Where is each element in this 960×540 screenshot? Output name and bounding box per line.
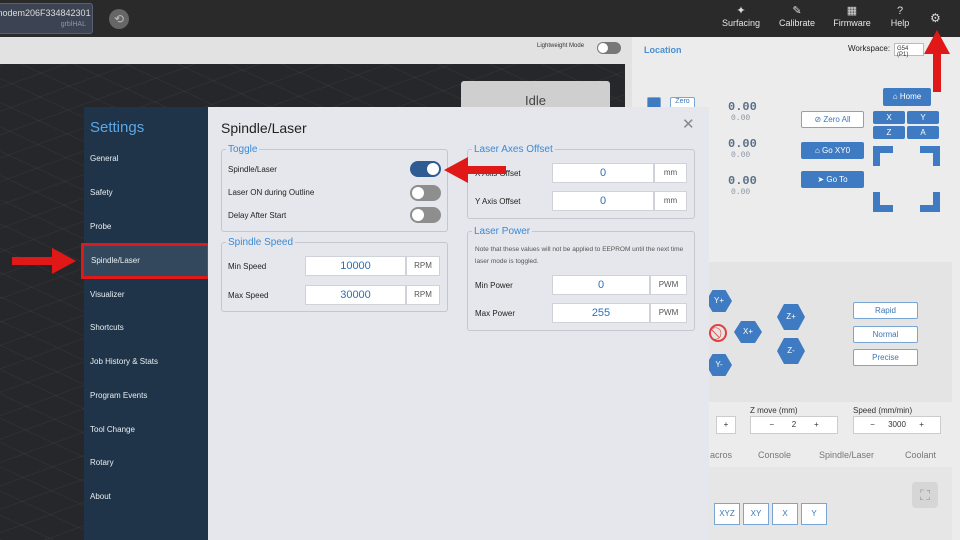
min-power-label: Min Power — [475, 281, 513, 290]
delay-after-start-toggle[interactable] — [410, 207, 441, 223]
help-button[interactable]: ? Help — [886, 5, 914, 29]
y-offset-unit: mm — [654, 191, 687, 211]
precise-button[interactable]: Precise — [853, 349, 918, 366]
spindle-speed-legend: Spindle Speed — [226, 237, 296, 249]
y-offset-input[interactable]: 0 — [552, 191, 654, 211]
speed-label: Speed (mm/min) — [853, 406, 913, 415]
laser-outline-toggle[interactable] — [410, 185, 441, 201]
home-y-button[interactable]: Y — [907, 111, 939, 124]
axis-value-x: 0.00 0.00 — [728, 100, 757, 123]
settings-title: Settings — [90, 119, 145, 136]
max-speed-label: Max Speed — [228, 291, 269, 300]
rapid-button[interactable]: Rapid — [853, 302, 918, 319]
spindle-laser-toggle[interactable] — [410, 161, 441, 177]
zero-all-button[interactable]: ⊘ Zero All — [801, 111, 864, 128]
tab-macros[interactable]: acros — [710, 450, 732, 460]
min-power-unit: PWM — [650, 275, 687, 295]
location-title: Location — [644, 45, 682, 55]
nav-program-events[interactable]: Program Events — [84, 380, 208, 412]
max-power-unit: PWM — [650, 303, 687, 323]
x-offset-unit: mm — [654, 163, 687, 183]
y-offset-label: Y Axis Offset — [475, 197, 521, 206]
max-power-label: Max Power — [475, 309, 516, 318]
nav-spindle-laser[interactable]: Spindle/Laser — [81, 243, 210, 279]
nav-job-history[interactable]: Job History & Stats — [84, 346, 208, 378]
workspace-select[interactable]: G54 (P1) — [894, 43, 924, 58]
normal-button[interactable]: Normal — [853, 326, 918, 343]
lightweight-mode-toggle[interactable] — [597, 42, 621, 54]
go-xy0-button[interactable]: ⌂ Go XY0 — [801, 142, 864, 159]
min-speed-label: Min Speed — [228, 262, 267, 271]
nav-general[interactable]: General — [84, 143, 208, 175]
annotation-arrow-sidebar — [12, 248, 76, 274]
calibrate-button[interactable]: ✎ Calibrate — [776, 5, 818, 29]
min-speed-unit: RPM — [406, 256, 440, 276]
speed-stepper[interactable]: − 3000 + — [853, 416, 941, 434]
fullscreen-icon[interactable]: ⛶ — [912, 482, 938, 508]
min-power-input[interactable]: 0 — [552, 275, 650, 295]
axis-xy-button[interactable]: XY — [743, 503, 769, 525]
tab-console[interactable]: Console — [758, 450, 791, 460]
stop-jog-icon[interactable]: ⃠ — [709, 324, 727, 342]
axis-value-y: 0.00 0.00 — [728, 137, 757, 160]
nav-tool-change[interactable]: Tool Change — [84, 414, 208, 446]
go-to-button[interactable]: ➤ Go To — [801, 171, 864, 188]
surfacing-icon: ✦ — [736, 5, 746, 17]
max-power-input[interactable]: 255 — [552, 303, 650, 323]
disconnect-icon[interactable]: ⟲ — [109, 9, 129, 29]
axis-value-z: 0.00 0.00 — [728, 174, 757, 197]
nav-probe[interactable]: Probe — [84, 211, 208, 243]
chip-icon: ▦ — [846, 5, 858, 17]
nav-rotary[interactable]: Rotary — [84, 447, 208, 479]
z-move-stepper[interactable]: − 2 + — [750, 416, 838, 434]
question-icon: ? — [896, 5, 904, 17]
nav-about[interactable]: About — [84, 481, 208, 513]
firmware-button[interactable]: ▦ Firmware — [831, 5, 873, 29]
laser-power-note: Note that these values will not be appli… — [475, 246, 684, 265]
min-speed-input[interactable]: 10000 — [305, 256, 406, 276]
nav-safety[interactable]: Safety — [84, 177, 208, 209]
home-x-button[interactable]: X — [873, 111, 905, 124]
lightweight-mode-label: Lightweight Mode — [537, 43, 585, 49]
nav-visualizer[interactable]: Visualizer — [84, 279, 208, 311]
z-move-label: Z move (mm) — [750, 406, 798, 415]
connection-widget[interactable]: modem206F334842301 grblHAL — [0, 3, 93, 34]
surfacing-button[interactable]: ✦ Surfacing — [720, 5, 762, 29]
ruler-icon: ✎ — [792, 5, 802, 17]
toggle-legend: Toggle — [226, 144, 260, 156]
axis-x-button[interactable]: X — [772, 503, 798, 525]
connection-port: modem206F334842301 — [0, 8, 91, 18]
laser-outline-label: Laser ON during Outline — [228, 188, 315, 197]
close-icon[interactable]: ✕ — [682, 115, 695, 133]
axis-xyz-button[interactable]: XYZ — [714, 503, 740, 525]
annotation-arrow-gear — [924, 30, 950, 92]
home-z-button[interactable]: Z — [873, 126, 905, 139]
workspace-label: Workspace: — [848, 44, 891, 53]
step-plus-button-1[interactable]: + — [716, 416, 736, 434]
top-bar: modem206F334842301 grblHAL ⟲ ✦ Surfacing… — [0, 0, 960, 37]
gear-icon[interactable]: ⚙ — [930, 11, 941, 25]
tab-coolant[interactable]: Coolant — [905, 450, 936, 460]
laser-power-legend: Laser Power — [472, 226, 533, 238]
axis-y-button[interactable]: Y — [801, 503, 827, 525]
tab-spindle-laser[interactable]: Spindle/Laser — [819, 450, 874, 460]
annotation-arrow-toggle — [444, 157, 506, 183]
delay-after-start-label: Delay After Start — [228, 211, 287, 220]
x-offset-input[interactable]: 0 — [552, 163, 654, 183]
corner-jog-widget[interactable] — [873, 146, 940, 212]
max-speed-input[interactable]: 30000 — [305, 285, 406, 305]
spindle-laser-label: Spindle/Laser — [228, 165, 277, 174]
firmware-label: grblHAL — [60, 21, 86, 28]
nav-shortcuts[interactable]: Shortcuts — [84, 312, 208, 344]
max-speed-unit: RPM — [406, 285, 440, 305]
home-a-button[interactable]: A — [907, 126, 939, 139]
page-title: Spindle/Laser — [221, 120, 307, 136]
